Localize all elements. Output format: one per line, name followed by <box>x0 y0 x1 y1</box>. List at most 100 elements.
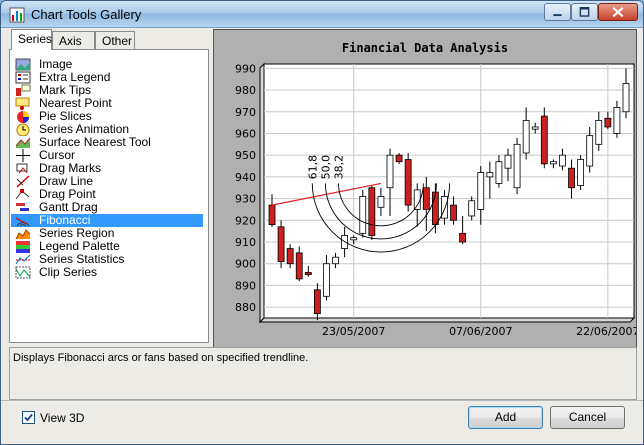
tab-series[interactable]: Series <box>11 29 52 50</box>
candle-down <box>295 252 303 280</box>
fibonacci-level-label: 61,8 <box>306 155 319 180</box>
window-title: Chart Tools Gallery <box>31 7 142 22</box>
tool-item-label: Extra Legend <box>39 70 111 84</box>
candle-up <box>559 154 566 167</box>
candle-down <box>404 159 412 206</box>
series-region-icon <box>15 229 31 240</box>
tab-axis[interactable]: Axis <box>52 31 95 50</box>
cursor-crosshair-icon <box>16 149 30 162</box>
candle-up <box>549 161 557 165</box>
cancel-button[interactable]: Cancel <box>550 406 625 429</box>
tool-item-label: Surface Nearest Tool <box>39 135 151 149</box>
tool-item-label: Clip Series <box>39 265 98 279</box>
candle-up <box>577 159 585 186</box>
nearest-point-icon <box>15 97 30 110</box>
candle-up <box>468 200 476 217</box>
statistics-icon <box>15 254 31 265</box>
candle-up <box>486 172 494 178</box>
candle-up <box>323 263 330 297</box>
candle-up <box>513 143 521 189</box>
tool-item-label: Series Region <box>39 226 115 240</box>
x-tick-label: 07/06/2007 <box>449 325 512 338</box>
candle-down <box>422 187 430 210</box>
close-button[interactable] <box>598 3 638 21</box>
candle-up <box>622 83 630 113</box>
candle-down <box>313 289 321 315</box>
chart-tools-gallery-window: Chart Tools Gallery Series Axis Other Im… <box>0 0 644 445</box>
candle-down <box>459 232 467 243</box>
tool-description: Displays Fibonacci arcs or fans based on… <box>9 347 637 400</box>
tab-other[interactable]: Other <box>95 31 135 50</box>
chart-app-icon <box>9 7 25 23</box>
fibonacci-icon <box>15 217 30 227</box>
y-tick-label: 910 <box>235 236 256 249</box>
minimize-button[interactable] <box>544 3 571 21</box>
tab-axis-label: Axis <box>59 34 82 48</box>
candle-up <box>377 196 385 208</box>
chart-left-wall <box>259 62 265 324</box>
clip-series-icon <box>15 266 31 279</box>
title-bar[interactable]: Chart Tools Gallery <box>1 1 643 28</box>
tool-item-label: Legend Palette <box>39 239 120 253</box>
financial-chart: Financial Data Analysis 880 890 900 910 920 93… <box>235 41 640 338</box>
chart-title: Financial Data Analysis <box>342 41 508 55</box>
tool-item-label: Pie Slices <box>39 109 92 123</box>
candle-down <box>268 204 276 226</box>
footer-divider <box>1 400 643 401</box>
candle-up <box>386 154 394 189</box>
y-tick-label: 960 <box>235 127 256 140</box>
maximize-icon <box>579 7 590 17</box>
tool-item-label: Draw Line <box>39 174 94 188</box>
y-tick-label: 980 <box>235 84 256 97</box>
x-tick-label: 22/06/2007 <box>576 325 636 338</box>
candle-down <box>568 167 575 189</box>
add-button[interactable]: Add <box>468 406 543 429</box>
candle-up <box>613 107 621 134</box>
y-tick-label: 920 <box>235 214 256 227</box>
tab-other-label: Other <box>102 34 133 48</box>
candle-down <box>540 115 548 165</box>
candle-up <box>522 120 530 154</box>
tool-item-label: Cursor <box>39 148 76 162</box>
gantt-icon <box>16 203 29 211</box>
tool-item-label: Gantt Drag <box>39 200 98 214</box>
candle-down <box>286 248 294 265</box>
tool-item-label: Fibonacci <box>39 213 91 227</box>
minimize-icon <box>553 14 562 17</box>
pie-slices-icon <box>17 111 29 123</box>
candle-up <box>332 256 339 265</box>
candle-up <box>495 161 503 184</box>
legend-palette-icon <box>16 241 30 253</box>
y-tick-label: 930 <box>235 193 256 206</box>
tool-item-label: Image <box>39 57 73 71</box>
candle-up <box>586 135 594 167</box>
drag-marks-icon <box>16 163 28 174</box>
candle-up <box>359 196 367 234</box>
y-tick-label: 990 <box>235 62 256 75</box>
y-tick-label: 900 <box>235 258 256 271</box>
tools-list[interactable]: Image Extra Legend Mark Tips Nearest Point P… <box>11 52 207 341</box>
y-tick-label: 890 <box>235 279 256 292</box>
candle-down <box>277 226 285 262</box>
y-tick-label: 940 <box>235 171 256 184</box>
candle-down <box>450 204 457 221</box>
drag-point-icon <box>15 189 30 200</box>
close-icon <box>612 7 624 18</box>
animation-clock-icon <box>16 123 30 136</box>
chart-preview: Financial Data Analysis 880 890 900 910 920 93… <box>213 29 640 349</box>
surface-icon <box>15 137 31 148</box>
chart-floor <box>258 317 636 323</box>
tool-item-clip-series[interactable]: Clip Series <box>11 265 203 279</box>
y-tick-label: 970 <box>235 106 256 119</box>
fibonacci-level-label: 38,2 <box>332 155 345 180</box>
candle-up <box>413 189 421 210</box>
tool-item-label: Drag Point <box>39 187 96 201</box>
tool-item-label: Series Animation <box>39 122 130 136</box>
description-text: Displays Fibonacci arcs or fans based on… <box>13 352 309 364</box>
maximize-button[interactable] <box>571 3 598 21</box>
view-3d-checkbox[interactable] <box>22 411 35 424</box>
draw-line-icon <box>16 175 30 188</box>
tool-item-label: Mark Tips <box>39 83 92 97</box>
x-tick-label: 23/05/2007 <box>322 325 385 338</box>
add-button-label: Add <box>494 410 517 424</box>
